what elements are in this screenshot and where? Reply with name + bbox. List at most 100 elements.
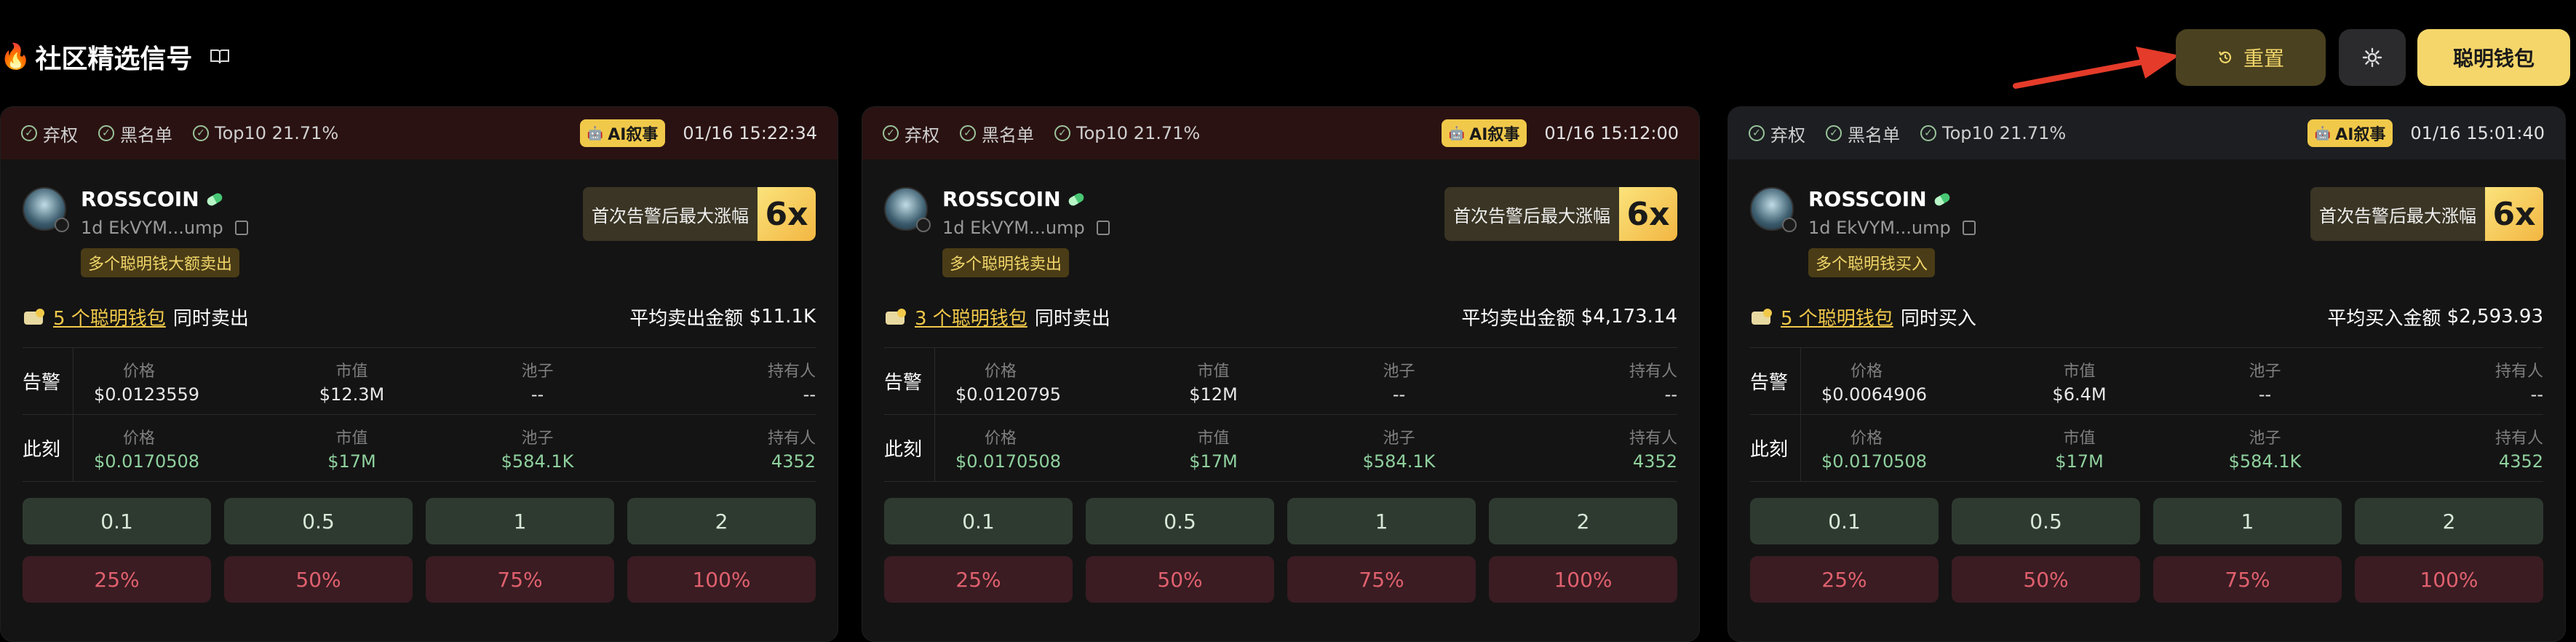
token-address: 1d EkVYM...ump <box>81 218 248 238</box>
money-bag-icon <box>886 309 906 325</box>
check-blacklist: ✓ 黑名单 <box>960 121 1034 146</box>
check-top10: ✓ Top10 21.71% <box>1054 123 1200 143</box>
chain-badge-icon <box>55 218 69 232</box>
ai-narrative-tag[interactable]: 🤖 AI叙事 <box>579 119 666 147</box>
check-top10: ✓ Top10 21.71% <box>1920 123 2066 143</box>
alert-row-label: 告警 <box>884 348 935 414</box>
token-address: 1d EkVYM...ump <box>942 218 1110 238</box>
red-arrow-annotation <box>2013 47 2179 89</box>
smart-wallet-link[interactable]: 5 个聪明钱包 <box>53 304 166 330</box>
sell-button[interactable]: 50% <box>1086 556 1274 603</box>
check-circle-icon: ✓ <box>1054 125 1070 141</box>
pill-icon <box>1067 191 1086 207</box>
check-circle-icon: ✓ <box>1749 125 1765 141</box>
check-circle-icon: ✓ <box>1826 125 1842 141</box>
sell-button[interactable]: 25% <box>884 556 1073 603</box>
smart-wallet-button[interactable]: 聪明钱包 <box>2417 29 2570 86</box>
buy-button[interactable]: 0.5 <box>1086 498 1274 544</box>
sell-button[interactable]: 75% <box>2153 556 2342 603</box>
pill-icon <box>1933 191 1952 207</box>
robot-icon: 🤖 <box>2314 125 2331 141</box>
sell-button[interactable]: 75% <box>426 556 614 603</box>
reset-button[interactable]: 重置 <box>2176 29 2326 86</box>
smart-wallet-button-label: 聪明钱包 <box>2452 47 2535 71</box>
buy-button[interactable]: 0.1 <box>884 498 1073 544</box>
summary-row: 5 个聪明钱包 同时卖出 平均卖出金额 $11.1K <box>23 298 816 336</box>
book-icon[interactable] <box>210 48 230 66</box>
timestamp: 01/16 15:01:40 <box>2410 123 2545 143</box>
sell-button[interactable]: 100% <box>1489 556 1677 603</box>
alert-row-label: 告警 <box>1750 348 1801 414</box>
gain-label: 首次告警后最大涨幅 <box>583 187 758 241</box>
gain-value: 6x <box>758 187 816 241</box>
buy-button[interactable]: 0.1 <box>23 498 211 544</box>
sell-button[interactable]: 75% <box>1287 556 1476 603</box>
signal-card[interactable]: ✓ 弃权 ✓ 黑名单 ✓ Top10 21.71% 🤖 AI叙事 01/16 15:12… <box>862 106 1700 642</box>
now-price: $0.0170508 <box>955 451 1062 472</box>
alert-holders: -- <box>803 384 816 405</box>
sell-button[interactable]: 100% <box>2355 556 2543 603</box>
max-gain-badge: 首次告警后最大涨幅 6x <box>2310 187 2543 241</box>
signal-card[interactable]: ✓ 弃权 ✓ 黑名单 ✓ Top10 21.71% 🤖 AI叙事 01/16 15:22… <box>0 106 838 642</box>
token-avatar[interactable] <box>1750 187 1797 232</box>
ai-narrative-tag[interactable]: 🤖 AI叙事 <box>2307 119 2393 147</box>
fire-icon: 🔥 <box>0 42 31 71</box>
copy-icon[interactable] <box>234 221 248 235</box>
card-header: ✓ 弃权 ✓ 黑名单 ✓ Top10 21.71% 🤖 AI叙事 01/16 15:22… <box>1 107 838 159</box>
stats-table: 告警 价格 $0.0120795 市值 $12M 池子 -- 持有人 -- 此刻 价格 $… <box>884 347 1677 482</box>
buy-button[interactable]: 2 <box>2355 498 2543 544</box>
buy-button[interactable]: 2 <box>627 498 816 544</box>
token-avatar[interactable] <box>23 187 69 232</box>
token-avatar[interactable] <box>884 187 931 232</box>
sell-button[interactable]: 25% <box>1750 556 1939 603</box>
ai-narrative-tag[interactable]: 🤖 AI叙事 <box>1441 119 1527 147</box>
sell-button[interactable]: 50% <box>224 556 413 603</box>
sell-button[interactable]: 50% <box>1952 556 2140 603</box>
sell-button[interactable]: 100% <box>627 556 816 603</box>
alert-price: $0.0123559 <box>94 384 200 405</box>
alert-pool: -- <box>2258 384 2272 405</box>
alert-row: 告警 价格 $0.0120795 市值 $12M 池子 -- 持有人 -- <box>884 348 1677 415</box>
reset-icon <box>2219 51 2232 63</box>
buy-buttons: 0.1 0.5 1 2 <box>23 498 816 544</box>
now-holders: 4352 <box>771 451 816 472</box>
buy-button[interactable]: 1 <box>2153 498 2342 544</box>
sell-buttons: 25% 50% 75% 100% <box>884 556 1677 603</box>
settings-button[interactable] <box>2339 29 2406 86</box>
stats-table: 告警 价格 $0.0123559 市值 $12.3M 池子 -- 持有人 -- 此刻 价… <box>23 347 816 482</box>
buy-button[interactable]: 0.5 <box>1952 498 2140 544</box>
smart-wallet-link[interactable]: 5 个聪明钱包 <box>1781 304 1893 330</box>
token-name[interactable]: ROSSCOIN <box>1808 187 1952 211</box>
buy-button[interactable]: 1 <box>1287 498 1476 544</box>
avg-label: 平均买入金额 <box>2327 307 2441 330</box>
money-bag-icon <box>24 309 44 325</box>
alert-mcap: $6.4M <box>2052 384 2107 405</box>
signal-tag: 多个聪明钱大额卖出 <box>81 248 240 277</box>
sell-buttons: 25% 50% 75% 100% <box>1750 556 2543 603</box>
signal-card[interactable]: ✓ 弃权 ✓ 黑名单 ✓ Top10 21.71% 🤖 AI叙事 01/16 15:01… <box>1728 106 2566 642</box>
buy-button[interactable]: 0.1 <box>1750 498 1939 544</box>
avg-value: $4,173.14 <box>1581 306 1677 328</box>
alert-price: $0.0120795 <box>955 384 1062 405</box>
check-blacklist: ✓ 黑名单 <box>98 121 172 146</box>
sell-button[interactable]: 25% <box>23 556 211 603</box>
token-name[interactable]: ROSSCOIN <box>81 187 224 211</box>
chain-badge-icon <box>916 218 931 232</box>
now-pool: $584.1K <box>501 451 574 472</box>
gain-label: 首次告警后最大涨幅 <box>2310 187 2485 241</box>
page-title-text: 社区精选信号 <box>35 44 193 74</box>
now-price: $0.0170508 <box>1821 451 1928 472</box>
page-title: 🔥 社区精选信号 <box>0 38 230 76</box>
buy-button[interactable]: 2 <box>1489 498 1677 544</box>
check-abstain: ✓ 弃权 <box>21 121 78 146</box>
copy-icon[interactable] <box>1096 221 1110 235</box>
avg-label: 平均卖出金额 <box>629 307 744 330</box>
copy-icon[interactable] <box>1962 221 1976 235</box>
token-name[interactable]: ROSSCOIN <box>942 187 1086 211</box>
buy-button[interactable]: 0.5 <box>224 498 413 544</box>
smart-wallet-link[interactable]: 3 个聪明钱包 <box>915 304 1027 330</box>
signal-tag: 多个聪明钱卖出 <box>942 248 1070 277</box>
buy-button[interactable]: 1 <box>426 498 614 544</box>
avg-label: 平均卖出金额 <box>1461 307 1575 330</box>
check-circle-icon: ✓ <box>960 125 976 141</box>
